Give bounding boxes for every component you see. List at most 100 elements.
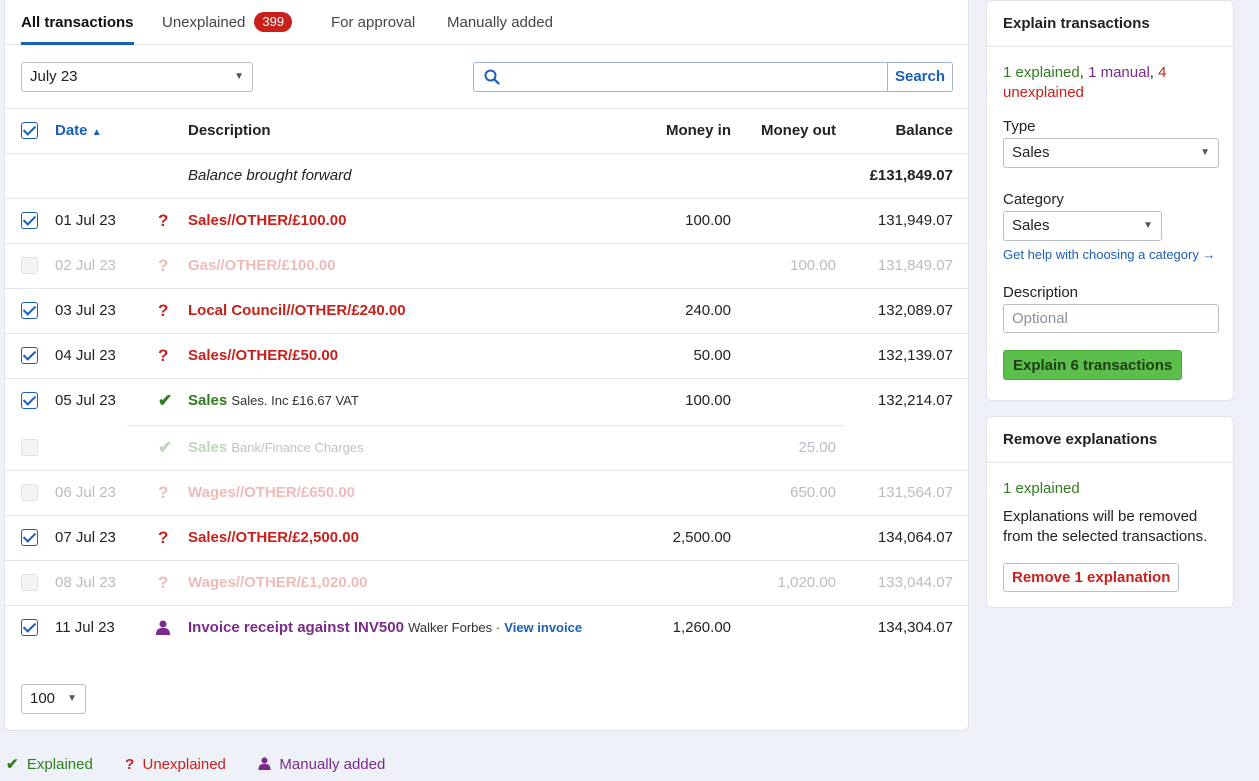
row-money-out: 100.00 — [790, 257, 836, 274]
month-select[interactable]: July 23 ▼ — [21, 62, 253, 92]
row-description[interactable]: Sales//OTHER/£100.00 — [188, 212, 346, 229]
explain-summary: 1 explained, 1 manual, 4 unexplained — [1003, 63, 1223, 103]
question-icon: ? — [124, 756, 135, 773]
category-select[interactable]: Sales ▼ — [1003, 211, 1162, 241]
date-sort-header[interactable]: Date ▲ — [55, 122, 102, 139]
row-balance: 133,044.07 — [877, 574, 953, 591]
chevron-down-icon: ▼ — [234, 71, 244, 82]
table-header: Date ▲ Description Money in Money out Ba… — [5, 109, 968, 154]
row-money-out: 650.00 — [790, 484, 836, 501]
summary-explained: 1 explained — [1003, 64, 1080, 81]
search-icon — [484, 69, 500, 85]
explain-transactions-button[interactable]: Explain 6 transactions — [1003, 350, 1183, 380]
table-row[interactable]: 04 Jul 23 ? Sales//OTHER/£50.00 50.00 13… — [5, 334, 968, 379]
description-header: Description — [188, 122, 271, 139]
row-balance: 131,564.07 — [877, 484, 953, 501]
unexplained-icon: ? — [158, 573, 169, 592]
row-money-in: 2,500.00 — [672, 529, 731, 546]
row-checkbox — [21, 574, 38, 591]
table-row: 08 Jul 23 ? Wages//OTHER/£1,020.00 1,020… — [5, 561, 968, 606]
balance-brought-forward-row: Balance brought forward £131,849.07 — [5, 154, 968, 199]
row-description: Wages//OTHER/£1,020.00 — [188, 574, 368, 591]
person-icon — [156, 620, 170, 635]
tab-unexplained[interactable]: Unexplained 399 — [162, 0, 293, 45]
table-row[interactable]: 03 Jul 23 ? Local Council//OTHER/£240.00… — [5, 289, 968, 334]
explained-check-icon: ✔ — [158, 391, 173, 410]
row-description[interactable]: Sales//OTHER/£2,500.00 — [188, 529, 359, 546]
view-invoice-link[interactable]: View invoice — [504, 620, 582, 635]
tab-unexplained-label: Unexplained — [162, 14, 246, 31]
remove-card-title: Remove explanations — [987, 417, 1233, 463]
explained-check-icon: ✔ — [158, 438, 173, 457]
description-label: Description — [1003, 284, 1079, 301]
table-row[interactable]: 07 Jul 23 ? Sales//OTHER/£2,500.00 2,500… — [5, 516, 968, 561]
legend-unexplained: ? Unexplained — [125, 756, 226, 773]
money-out-header: Money out — [761, 122, 836, 139]
table-row: 06 Jul 23 ? Wages//OTHER/£650.00 650.00 … — [5, 471, 968, 516]
row-money-in: 100.00 — [685, 212, 731, 229]
row-balance: 132,089.07 — [877, 302, 953, 319]
tab-for-approval[interactable]: For approval — [331, 0, 415, 45]
summary-separator: , — [1079, 64, 1084, 81]
row-description[interactable]: Sales//OTHER/£50.00 — [188, 347, 338, 364]
row-checkbox[interactable] — [21, 529, 38, 546]
date-header-label: Date — [55, 122, 88, 139]
row-description[interactable]: Local Council//OTHER/£240.00 — [188, 302, 406, 319]
remove-explanation-button[interactable]: Remove 1 explanation — [1003, 563, 1180, 592]
page-size-value: 100 — [30, 690, 56, 707]
unexplained-icon: ? — [158, 346, 169, 365]
page-size-select[interactable]: 100 ▼ — [21, 684, 86, 714]
row-description[interactable]: Invoice receipt against INV500 Walker Fo… — [188, 619, 582, 636]
person-icon — [258, 757, 271, 770]
chevron-down-icon: ▼ — [1143, 220, 1153, 231]
row-date: 05 Jul 23 — [55, 392, 116, 409]
row-explanation-detail: Sales. Inc £16.67 VAT — [231, 393, 359, 408]
category-help-link[interactable]: Get help with choosing a category → — [1003, 247, 1215, 262]
unexplained-icon: ? — [158, 256, 169, 275]
row-date: 03 Jul 23 — [55, 302, 116, 319]
row-checkbox[interactable] — [21, 619, 38, 636]
transactions-panel: All transactions Unexplained 399 For appr… — [4, 0, 969, 731]
manual-entry-title: Invoice receipt against INV500 — [188, 619, 404, 636]
row-date: 06 Jul 23 — [55, 484, 116, 501]
unexplained-icon: ? — [158, 528, 169, 547]
row-explanation-category: Sales — [188, 392, 228, 409]
select-all-checkbox[interactable] — [21, 122, 38, 139]
row-checkbox — [21, 484, 38, 501]
row-checkbox[interactable] — [21, 302, 38, 319]
split-row-money-out: 25.00 — [798, 439, 836, 456]
category-label: Category — [1003, 191, 1064, 208]
chevron-down-icon: ▼ — [67, 693, 77, 704]
row-checkbox[interactable] — [21, 212, 38, 229]
row-balance: 134,064.07 — [877, 529, 953, 546]
month-select-value: July 23 — [30, 68, 78, 85]
row-balance: 131,849.07 — [877, 257, 953, 274]
row-date: 07 Jul 23 — [55, 529, 116, 546]
table-row-split[interactable]: 05 Jul 23 ✔ Sales Sales. Inc £16.67 VAT … — [5, 379, 968, 471]
type-select[interactable]: Sales ▼ — [1003, 138, 1219, 168]
brought-forward-label: Balance brought forward — [188, 167, 352, 184]
legend-explained: ✔ Explained — [6, 756, 93, 773]
description-input[interactable] — [1003, 304, 1219, 333]
row-description[interactable]: Sales Sales. Inc £16.67 VAT — [188, 392, 359, 409]
unexplained-count-badge: 399 — [254, 12, 293, 32]
money-in-header: Money in — [665, 122, 731, 139]
search-box: Search — [473, 62, 953, 92]
tab-manually-added[interactable]: Manually added — [447, 0, 553, 45]
category-select-value: Sales — [1012, 217, 1050, 234]
tab-all-transactions[interactable]: All transactions — [21, 0, 134, 45]
tab-all-transactions-label: All transactions — [21, 14, 134, 31]
row-checkbox[interactable] — [21, 347, 38, 364]
row-balance: 132,214.07 — [877, 392, 953, 409]
tab-manually-added-label: Manually added — [447, 14, 553, 31]
split-explanation-category: Sales — [188, 439, 228, 456]
row-checkbox[interactable] — [21, 392, 38, 409]
unexplained-icon: ? — [158, 483, 169, 502]
search-button[interactable]: Search — [887, 63, 952, 91]
table-row[interactable]: 11 Jul 23 Invoice receipt against INV500… — [5, 606, 968, 651]
explain-card-title: Explain transactions — [987, 1, 1233, 47]
row-balance: 132,139.07 — [877, 347, 953, 364]
search-input[interactable] — [508, 65, 878, 89]
table-row: 02 Jul 23 ? Gas//OTHER/£100.00 100.00 13… — [5, 244, 968, 289]
table-row[interactable]: 01 Jul 23 ? Sales//OTHER/£100.00 100.00 … — [5, 199, 968, 244]
